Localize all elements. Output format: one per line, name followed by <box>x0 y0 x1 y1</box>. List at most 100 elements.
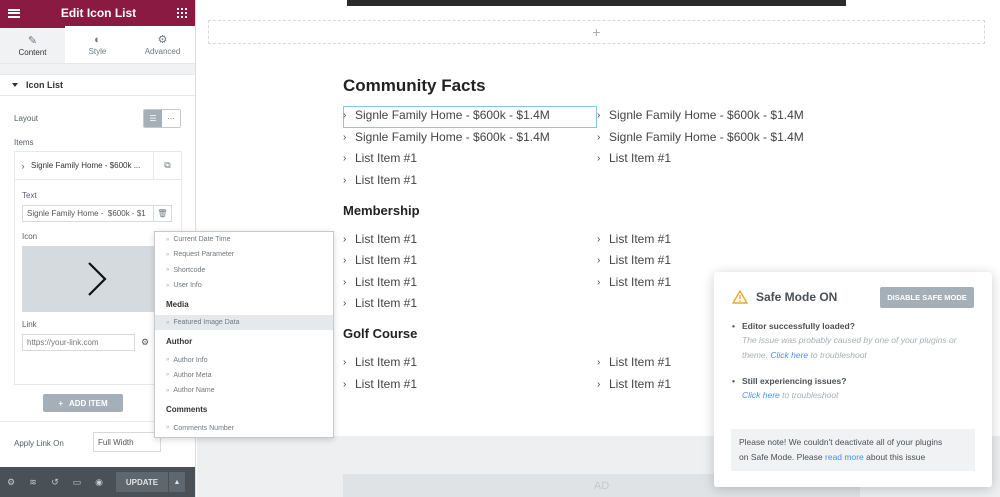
list-item[interactable]: › List Item #1 <box>597 151 671 165</box>
list-item-text: Signle Family Home - $600k - $1.4M <box>355 130 550 144</box>
list-item-text: List Item #1 <box>609 275 672 289</box>
dynamic-tags-menu: Current Date Time Request Parameter Shor… <box>154 231 334 438</box>
add-section-area[interactable]: + <box>208 20 985 44</box>
tab-advanced-label: Advanced <box>144 46 181 56</box>
chevron-right-icon: › <box>343 109 347 121</box>
safe-mode-bullet-issues: Still experiencing issues? Click here to… <box>732 375 974 403</box>
list-item[interactable]: › List Item #1 <box>597 232 671 246</box>
safe-mode-note: Please note! We couldn't deactivate all … <box>731 429 975 471</box>
menu-item-author-info[interactable]: Author Info <box>155 352 333 367</box>
repeater-item-title: Signle Family Home - $600k ... <box>31 161 141 170</box>
gear-icon: ⚙ <box>157 33 168 46</box>
list-item[interactable]: › List Item #1 <box>343 253 417 267</box>
menu-item-author-name[interactable]: Author Name <box>155 383 333 398</box>
chevron-right-icon: › <box>597 233 601 245</box>
list-item[interactable]: › List Item #1 <box>343 173 417 187</box>
tab-style[interactable]: ◐ Style <box>65 26 130 63</box>
list-item[interactable]: › Signle Family Home - $600k - $1.4M <box>343 130 550 144</box>
settings-icon[interactable]: ⚙ <box>0 467 22 497</box>
menu-icon[interactable] <box>8 8 20 18</box>
add-item-label: ADD ITEM <box>69 398 108 408</box>
list-item-text: List Item #1 <box>355 253 418 267</box>
tab-content-label: Content <box>18 47 47 57</box>
responsive-mode-icon[interactable]: ▭ <box>66 467 88 497</box>
text-field[interactable] <box>22 205 154 222</box>
heading-golf-course[interactable]: Golf Course <box>343 326 417 341</box>
chevron-right-icon: › <box>343 356 347 368</box>
tab-advanced[interactable]: ⚙ Advanced <box>130 26 195 63</box>
link-field[interactable] <box>22 334 135 351</box>
layout-inline-button[interactable]: ⋯ <box>162 109 180 127</box>
menu-item-featured-image-data[interactable]: Featured Image Data <box>155 315 333 331</box>
list-item[interactable]: › List Item #1 <box>343 151 417 165</box>
chevron-right-icon: › <box>343 233 347 245</box>
safe-mode-title: Safe Mode ON <box>756 290 838 304</box>
list-item[interactable]: › List Item #1 <box>597 355 671 369</box>
panel-header: Edit Icon List <box>0 0 195 26</box>
add-item-button[interactable]: + ADD ITEM <box>43 394 123 412</box>
layout-default-button[interactable]: ☰ <box>144 109 162 127</box>
chevron-right-icon: › <box>343 254 347 266</box>
navigator-layers-icon[interactable]: ≋ <box>22 467 44 497</box>
list-item[interactable]: › List Item #1 <box>597 377 671 391</box>
heading-community-facts[interactable]: Community Facts <box>343 76 486 96</box>
list-item[interactable]: › Signle Family Home - $600k - $1.4M <box>343 108 550 122</box>
list-item-text: List Item #1 <box>355 355 418 369</box>
list-item-text: List Item #1 <box>355 173 418 187</box>
plus-icon[interactable]: + <box>592 24 600 40</box>
list-item[interactable]: › List Item #1 <box>597 275 671 289</box>
bullet-heading: Editor successfully loaded? <box>732 320 974 333</box>
menu-item-author-meta[interactable]: Author Meta <box>155 368 333 383</box>
list-item[interactable]: › List Item #1 <box>597 253 671 267</box>
troubleshoot-link[interactable]: Click here <box>742 390 780 400</box>
menu-item-request-parameter[interactable]: Request Parameter <box>155 247 333 262</box>
duplicate-icon[interactable]: ⧉ <box>153 151 181 180</box>
menu-item-current-date-time[interactable]: Current Date Time <box>155 232 333 247</box>
bullet-text-line1: The issue was probably caused by one of … <box>742 335 957 345</box>
apply-link-label: Apply Link On <box>14 439 64 448</box>
disable-safe-mode-button[interactable]: DISABLE SAFE MODE <box>880 286 974 308</box>
pencil-icon: ✎ <box>27 34 38 47</box>
menu-item-comments-number[interactable]: Comments Number <box>155 420 333 435</box>
footer-inner-text: AD <box>593 479 610 492</box>
header-image <box>347 0 846 6</box>
update-button[interactable]: UPDATE <box>116 472 168 492</box>
list-item-text: List Item #1 <box>355 296 418 310</box>
list-item[interactable]: › List Item #1 <box>343 275 417 289</box>
menu-item-user-info[interactable]: User Info <box>155 278 333 293</box>
troubleshoot-link[interactable]: Click here <box>770 350 808 360</box>
chevron-right-icon: › <box>343 297 347 309</box>
menu-item-shortcode[interactable]: Shortcode <box>155 263 333 278</box>
bullet-text: Click here to troubleshoot <box>732 388 974 403</box>
history-icon[interactable]: ↺ <box>44 467 66 497</box>
heading-membership[interactable]: Membership <box>343 203 420 218</box>
list-item-text: List Item #1 <box>609 253 672 267</box>
link-options-gear-icon[interactable]: ⚙ <box>137 334 153 351</box>
chevron-right-icon: › <box>343 276 347 288</box>
list-item[interactable]: › List Item #1 <box>343 377 417 391</box>
safe-mode-bullet-loaded: Editor successfully loaded? The issue wa… <box>732 320 974 363</box>
section-icon-list-header[interactable]: Icon List <box>0 74 195 96</box>
trash-icon[interactable]: 🗑 <box>154 205 172 222</box>
list-item-text: List Item #1 <box>355 151 418 165</box>
preview-eye-icon[interactable]: ◉ <box>88 467 110 497</box>
tab-content[interactable]: ✎ Content <box>0 26 65 63</box>
repeater-item-header[interactable]: › Signle Family Home - $600k ... ⧉ <box>15 151 181 180</box>
chevron-right-icon: › <box>597 152 601 164</box>
list-item[interactable]: › Signle Family Home - $600k - $1.4M <box>597 108 804 122</box>
list-item[interactable]: › List Item #1 <box>343 232 417 246</box>
caret-down-icon <box>12 83 18 87</box>
list-item-text: List Item #1 <box>609 151 672 165</box>
read-more-link[interactable]: read more <box>825 452 864 462</box>
list-item[interactable]: › Signle Family Home - $600k - $1.4M <box>597 130 804 144</box>
list-item-text: Signle Family Home - $600k - $1.4M <box>355 108 550 122</box>
list-item[interactable]: › List Item #1 <box>343 296 417 310</box>
list-item[interactable]: › List Item #1 <box>343 355 417 369</box>
widgets-grid-icon[interactable] <box>177 8 187 18</box>
tab-style-label: Style <box>88 46 107 56</box>
half-circle-icon: ◐ <box>94 33 101 46</box>
update-options-caret-icon[interactable]: ▲ <box>169 472 185 492</box>
apply-link-select[interactable]: Full Width <box>93 432 161 452</box>
icon-picker-preview[interactable] <box>22 246 172 312</box>
list-item-text: List Item #1 <box>609 232 672 246</box>
